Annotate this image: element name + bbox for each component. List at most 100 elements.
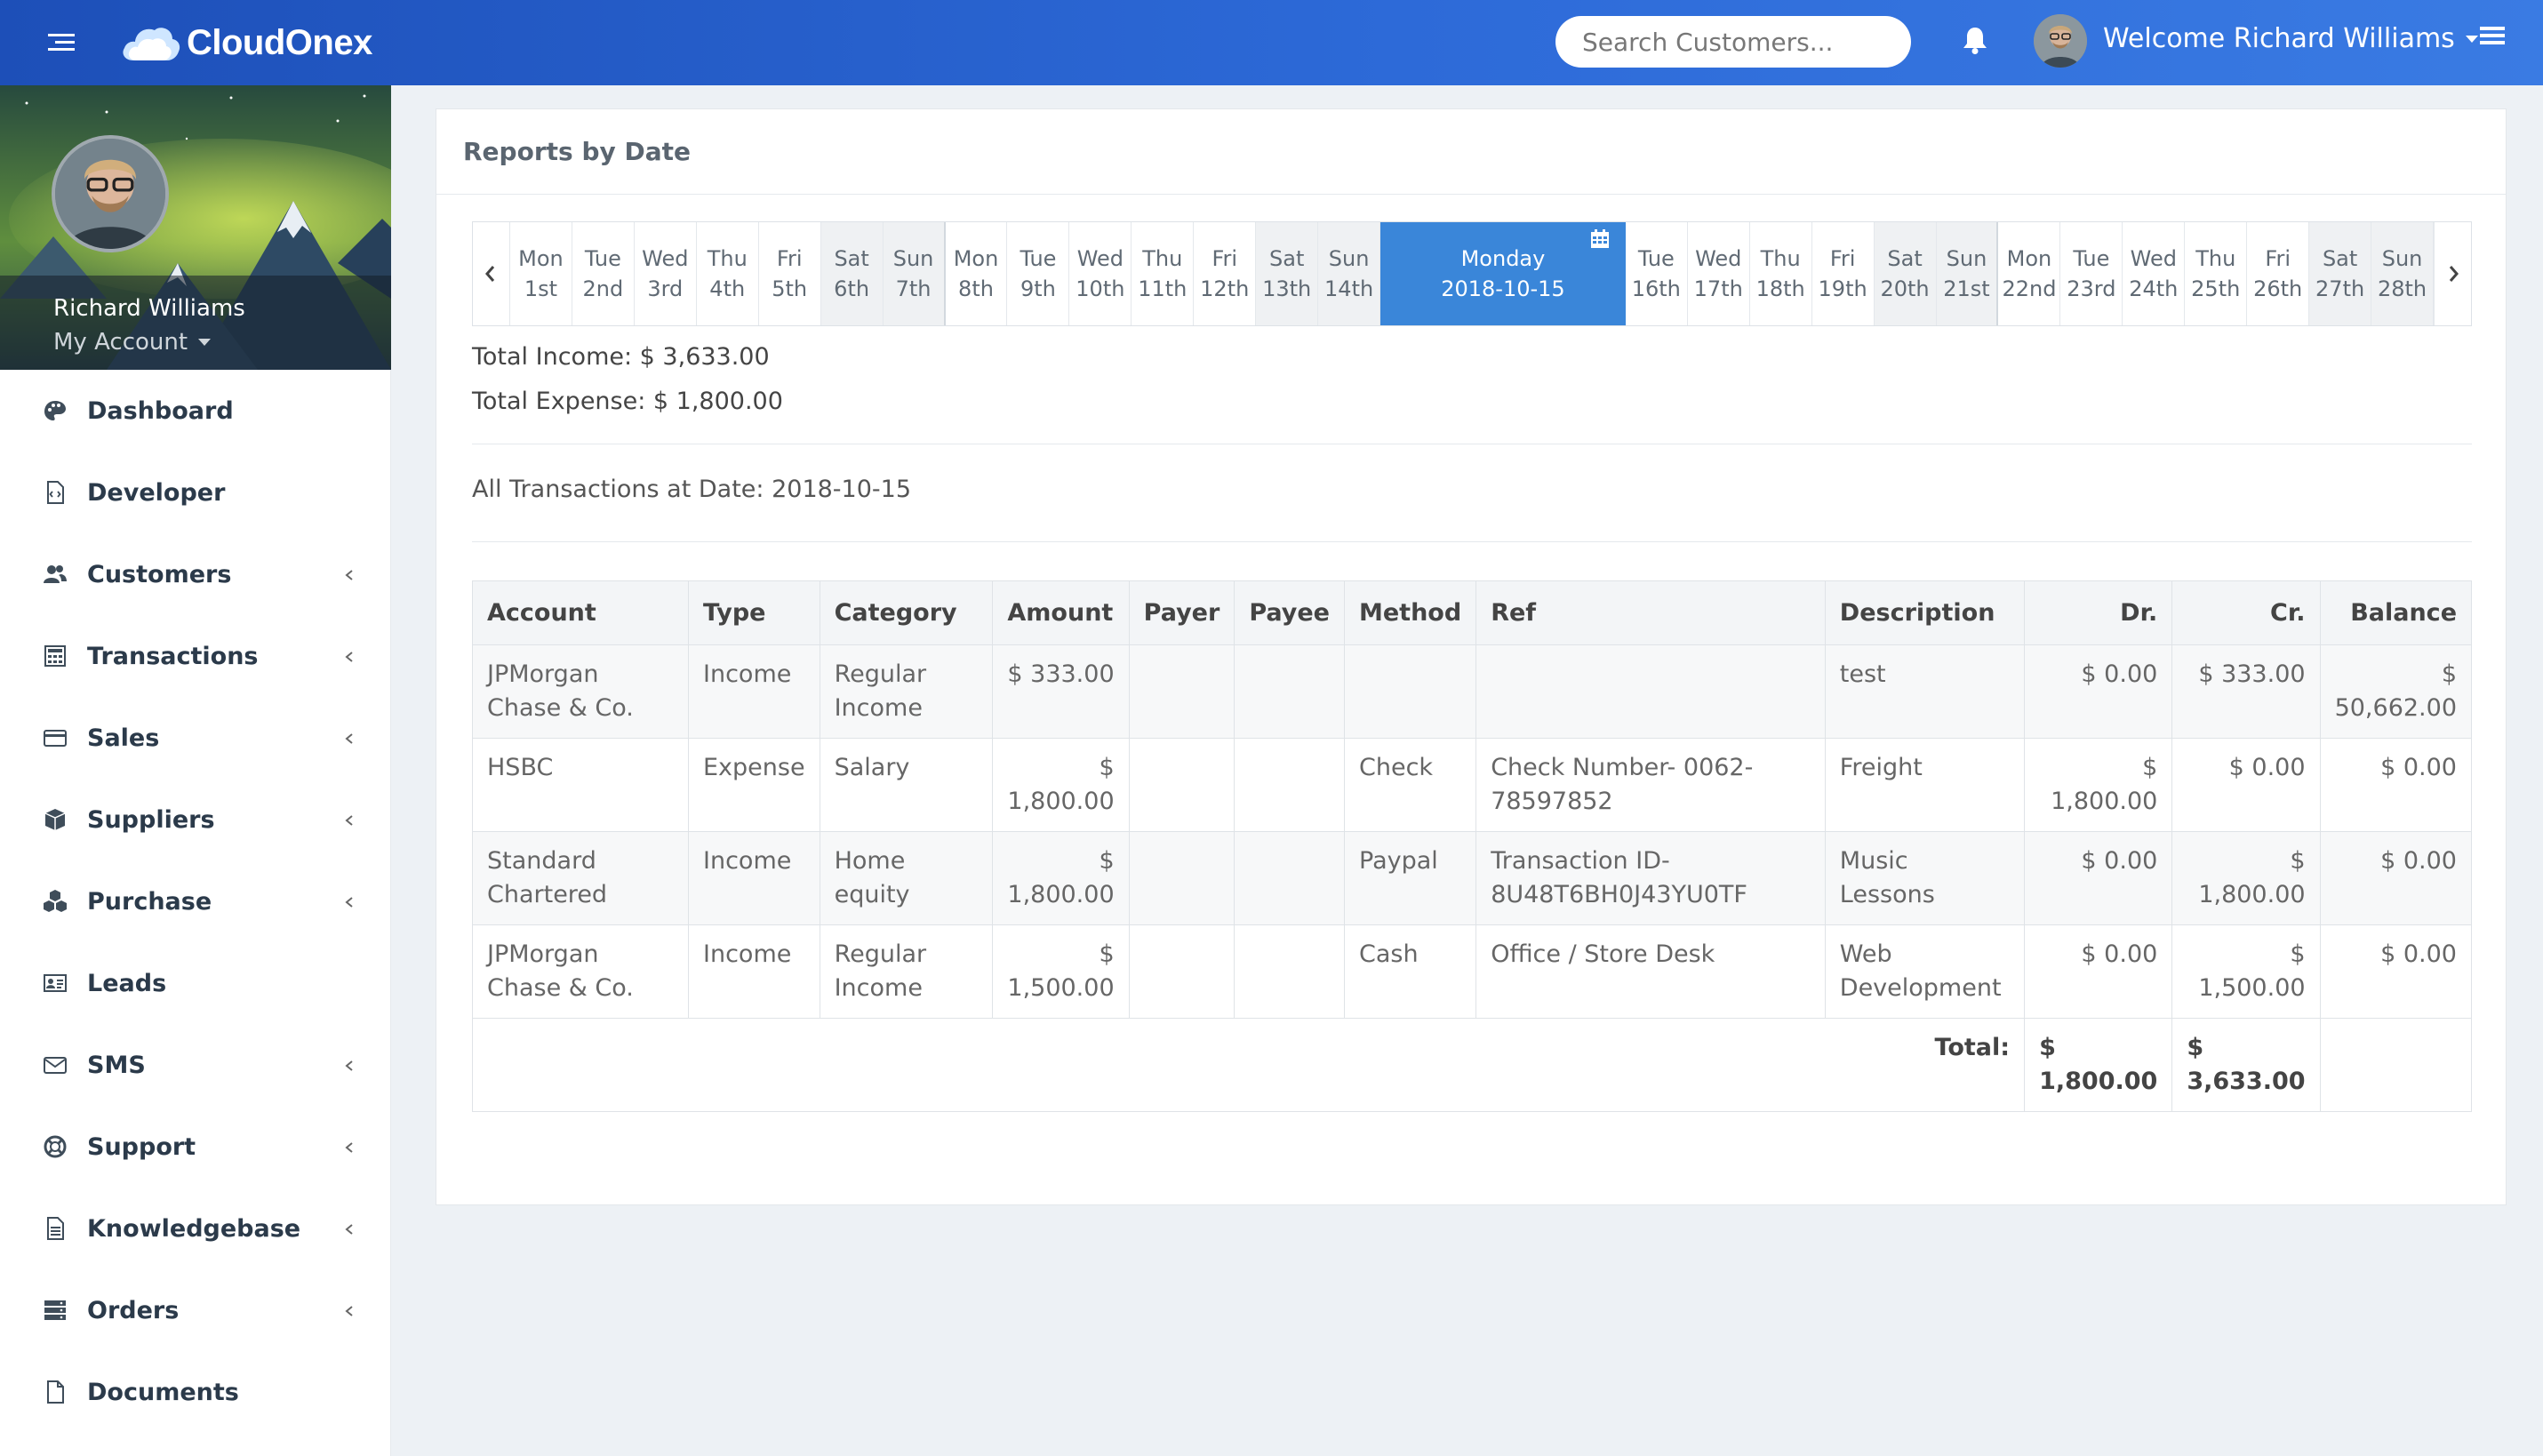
day-cell[interactable]: Sat 6th [820, 222, 884, 325]
column-header[interactable]: Ref [1475, 580, 1826, 645]
cell-cr: $ 333.00 [2171, 644, 2321, 739]
column-header[interactable]: Payer [1128, 580, 1236, 645]
chevron-left-icon [345, 1142, 353, 1153]
chevron-left-icon [345, 1224, 353, 1235]
day-name: Thu [1760, 246, 1801, 271]
day-cell[interactable]: Mon 8th [946, 222, 1008, 325]
day-name: Fri [1829, 246, 1856, 271]
day-cell[interactable]: Thu 18th [1750, 222, 1812, 325]
day-cell[interactable]: Mon 22nd [1998, 222, 2061, 325]
next-month-button[interactable] [2434, 222, 2471, 325]
day-cell[interactable]: Sun 21st [1936, 222, 1999, 325]
sidebar-toggle-icon[interactable] [48, 34, 75, 53]
table-row: HSBC Expense Salary $ 1,800.00 Check Che… [472, 738, 2473, 832]
day-name: Tue [1020, 246, 1057, 271]
brand-logo[interactable]: CloudOnex [119, 20, 372, 66]
bell-icon[interactable] [1961, 25, 1989, 55]
day-cell[interactable]: Sat 27th [2309, 222, 2372, 325]
sidebar-item-sms[interactable]: SMS [0, 1024, 391, 1106]
sidebar-item-label: Leads [87, 969, 167, 997]
day-cell[interactable]: Sun 14th [1318, 222, 1381, 325]
day-name: Wed [1695, 246, 1742, 271]
profile-avatar[interactable] [52, 135, 169, 252]
total-dr: $ 1,800.00 [2024, 1018, 2173, 1112]
cell-payer [1128, 738, 1236, 832]
day-name: Sun [892, 246, 934, 271]
customer-search [1555, 16, 1911, 68]
day-cell[interactable]: Sat 13th [1256, 222, 1319, 325]
cell-amount: $ 1,800.00 [992, 831, 1130, 925]
column-header[interactable]: Amount [992, 580, 1130, 645]
sidebar-item-customers[interactable]: Customers [0, 533, 391, 615]
sidebar-item-knowledgebase[interactable]: Knowledgebase [0, 1188, 391, 1269]
sidebar-item-purchase[interactable]: Purchase [0, 860, 391, 942]
day-cell[interactable]: Sun 28th [2371, 222, 2435, 325]
column-header[interactable]: Balance [2319, 580, 2473, 645]
right-panel-menu-icon[interactable] [2480, 27, 2505, 50]
column-header[interactable]: Dr. [2024, 580, 2173, 645]
cell-method [1343, 644, 1477, 739]
calendar-icon[interactable] [1590, 229, 1610, 249]
day-date: 18th [1755, 276, 1805, 301]
day-cell[interactable]: Wed 17th [1688, 222, 1750, 325]
search-input[interactable] [1582, 27, 1892, 57]
column-header[interactable]: Type [688, 580, 820, 645]
day-cell[interactable]: Thu 4th [697, 222, 759, 325]
column-header[interactable]: Method [1343, 580, 1477, 645]
column-header[interactable]: Description [1824, 580, 2026, 645]
day-cell[interactable]: Wed 24th [2123, 222, 2186, 325]
cell-balance: $ 50,662.00 [2319, 644, 2473, 739]
cube-icon [44, 809, 66, 830]
day-cell[interactable]: Tue 23rd [2060, 222, 2123, 325]
day-date: 22nd [2002, 276, 2057, 301]
day-cell[interactable]: Tue 16th [1626, 222, 1688, 325]
day-name: Fri [776, 246, 803, 271]
sidebar-item-dashboard[interactable]: Dashboard [0, 370, 391, 452]
day-cell[interactable]: Mon 1st [510, 222, 572, 325]
sidebar-item-documents[interactable]: Documents [0, 1351, 391, 1433]
day-cell[interactable]: Wed 3rd [635, 222, 697, 325]
cell-category: Salary [819, 738, 994, 832]
sidebar-item-label: Dashboard [87, 396, 234, 425]
column-header[interactable]: Account [472, 580, 689, 645]
day-cell[interactable]: Fri 12th [1194, 222, 1257, 325]
day-date: 28th [2377, 276, 2427, 301]
day-date: 20th [1880, 276, 1930, 301]
user-menu[interactable]: Welcome Richard Williams [2103, 23, 2478, 54]
day-cell[interactable]: Sun 7th [883, 222, 946, 325]
column-header[interactable]: Cr. [2171, 580, 2321, 645]
day-cell[interactable]: Thu 25th [2185, 222, 2248, 325]
day-cell[interactable]: Fri 5th [759, 222, 821, 325]
day-cell[interactable]: Tue 9th [1007, 222, 1070, 325]
day-date: 19th [1818, 276, 1867, 301]
day-name: Tue [2073, 246, 2110, 271]
cubes-icon [44, 890, 67, 912]
user-avatar[interactable] [2034, 14, 2087, 68]
column-header[interactable]: Payee [1234, 580, 1345, 645]
sidebar-item-orders[interactable]: Orders [0, 1269, 391, 1351]
day-cell[interactable]: Wed 10th [1069, 222, 1132, 325]
selected-day-cell[interactable]: Monday 2018-10-15 [1380, 222, 1626, 325]
sidebar-item-suppliers[interactable]: Suppliers [0, 779, 391, 860]
cell-dr: $ 0.00 [2024, 831, 2173, 925]
sidebar-item-support[interactable]: Support [0, 1106, 391, 1188]
column-header[interactable]: Category [819, 580, 994, 645]
cell-dr: $ 1,800.00 [2024, 738, 2173, 832]
day-cell[interactable]: Tue 2nd [572, 222, 635, 325]
sidebar-item-leads[interactable]: Leads [0, 942, 391, 1024]
cell-ref [1475, 644, 1826, 739]
day-cell[interactable]: Fri 26th [2247, 222, 2310, 325]
table-row: Standard Chartered Income Home equity $ … [472, 831, 2473, 925]
previous-month-button[interactable] [473, 222, 510, 325]
my-account-dropdown[interactable]: My Account [53, 329, 212, 356]
chevron-left-icon [345, 815, 353, 826]
cell-balance: $ 0.00 [2319, 738, 2473, 832]
chevron-left-icon [345, 1306, 353, 1316]
sidebar-item-transactions[interactable]: Transactions [0, 615, 391, 697]
day-cell[interactable]: Thu 11th [1132, 222, 1195, 325]
day-cell[interactable]: Fri 19th [1812, 222, 1875, 325]
sidebar-item-sales[interactable]: Sales [0, 697, 391, 779]
day-name: Sat [1269, 246, 1305, 271]
day-cell[interactable]: Sat 20th [1874, 222, 1937, 325]
sidebar-item-developer[interactable]: Developer [0, 452, 391, 533]
